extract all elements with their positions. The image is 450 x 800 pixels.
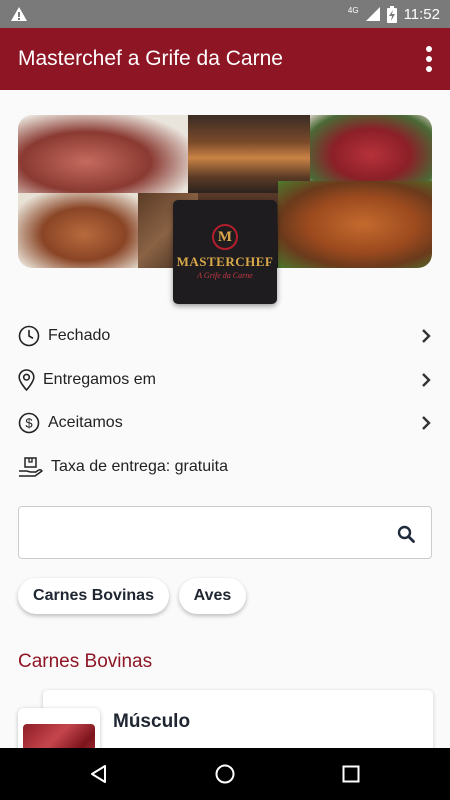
banner-photo-sliced-beef xyxy=(18,115,188,193)
banner-photo-ribs xyxy=(18,193,138,268)
home-icon[interactable] xyxy=(213,762,237,786)
info-label-delivery-area: Entregamos em xyxy=(43,371,156,388)
warning-icon xyxy=(11,7,27,21)
recents-icon[interactable] xyxy=(339,762,363,786)
network-type: 4G xyxy=(347,5,359,15)
delivery-hand-icon xyxy=(19,457,43,477)
info-label-payment: Aceitamos xyxy=(48,414,123,431)
search-input[interactable] xyxy=(29,519,369,547)
banner-photo-steaks xyxy=(310,115,432,181)
status-bar: 4G 11:52 xyxy=(0,0,450,28)
search-icon[interactable] xyxy=(397,525,415,543)
category-chip-aves[interactable]: Aves xyxy=(179,578,246,614)
app-bar: Masterchef a Grife da Carne xyxy=(0,28,450,90)
more-vert-icon[interactable] xyxy=(424,46,434,72)
logo-tagline: A Grife da Carne xyxy=(197,271,253,280)
clock-time: 11:52 xyxy=(403,5,440,23)
system-nav-bar xyxy=(0,748,450,800)
app-title: Masterchef a Grife da Carne xyxy=(18,47,283,70)
info-row-hours[interactable]: Fechado xyxy=(18,321,434,351)
section-title: Carnes Bovinas xyxy=(18,651,153,672)
chevron-right-icon xyxy=(422,329,431,343)
svg-text:$: $ xyxy=(25,416,33,431)
dollar-circle-icon: $ xyxy=(18,412,40,434)
chevron-right-icon xyxy=(422,373,431,387)
location-pin-icon xyxy=(18,369,35,391)
logo-initial: M xyxy=(212,224,238,250)
back-icon[interactable] xyxy=(87,762,111,786)
info-label-delivery-fee: Taxa de entrega: gratuita xyxy=(51,458,229,475)
product-name: Músculo xyxy=(113,711,191,732)
info-row-delivery-fee: Taxa de entrega: gratuita xyxy=(18,452,434,482)
chevron-right-icon xyxy=(422,416,431,430)
search-field[interactable] xyxy=(18,506,432,559)
info-label-hours: Fechado xyxy=(48,327,111,344)
logo-name: MASTERCHEF xyxy=(176,254,274,269)
banner-photo-sausages xyxy=(278,181,432,268)
category-chip-carnes-bovinas[interactable]: Carnes Bovinas xyxy=(18,578,169,614)
store-logo: M MASTERCHEF A Grife da Carne xyxy=(173,200,277,304)
signal-icon xyxy=(365,7,380,21)
info-row-delivery-area[interactable]: Entregamos em xyxy=(18,365,434,395)
clock-icon xyxy=(18,325,40,347)
info-row-payment[interactable]: $ Aceitamos xyxy=(18,408,434,438)
battery-charging-icon xyxy=(386,5,397,23)
